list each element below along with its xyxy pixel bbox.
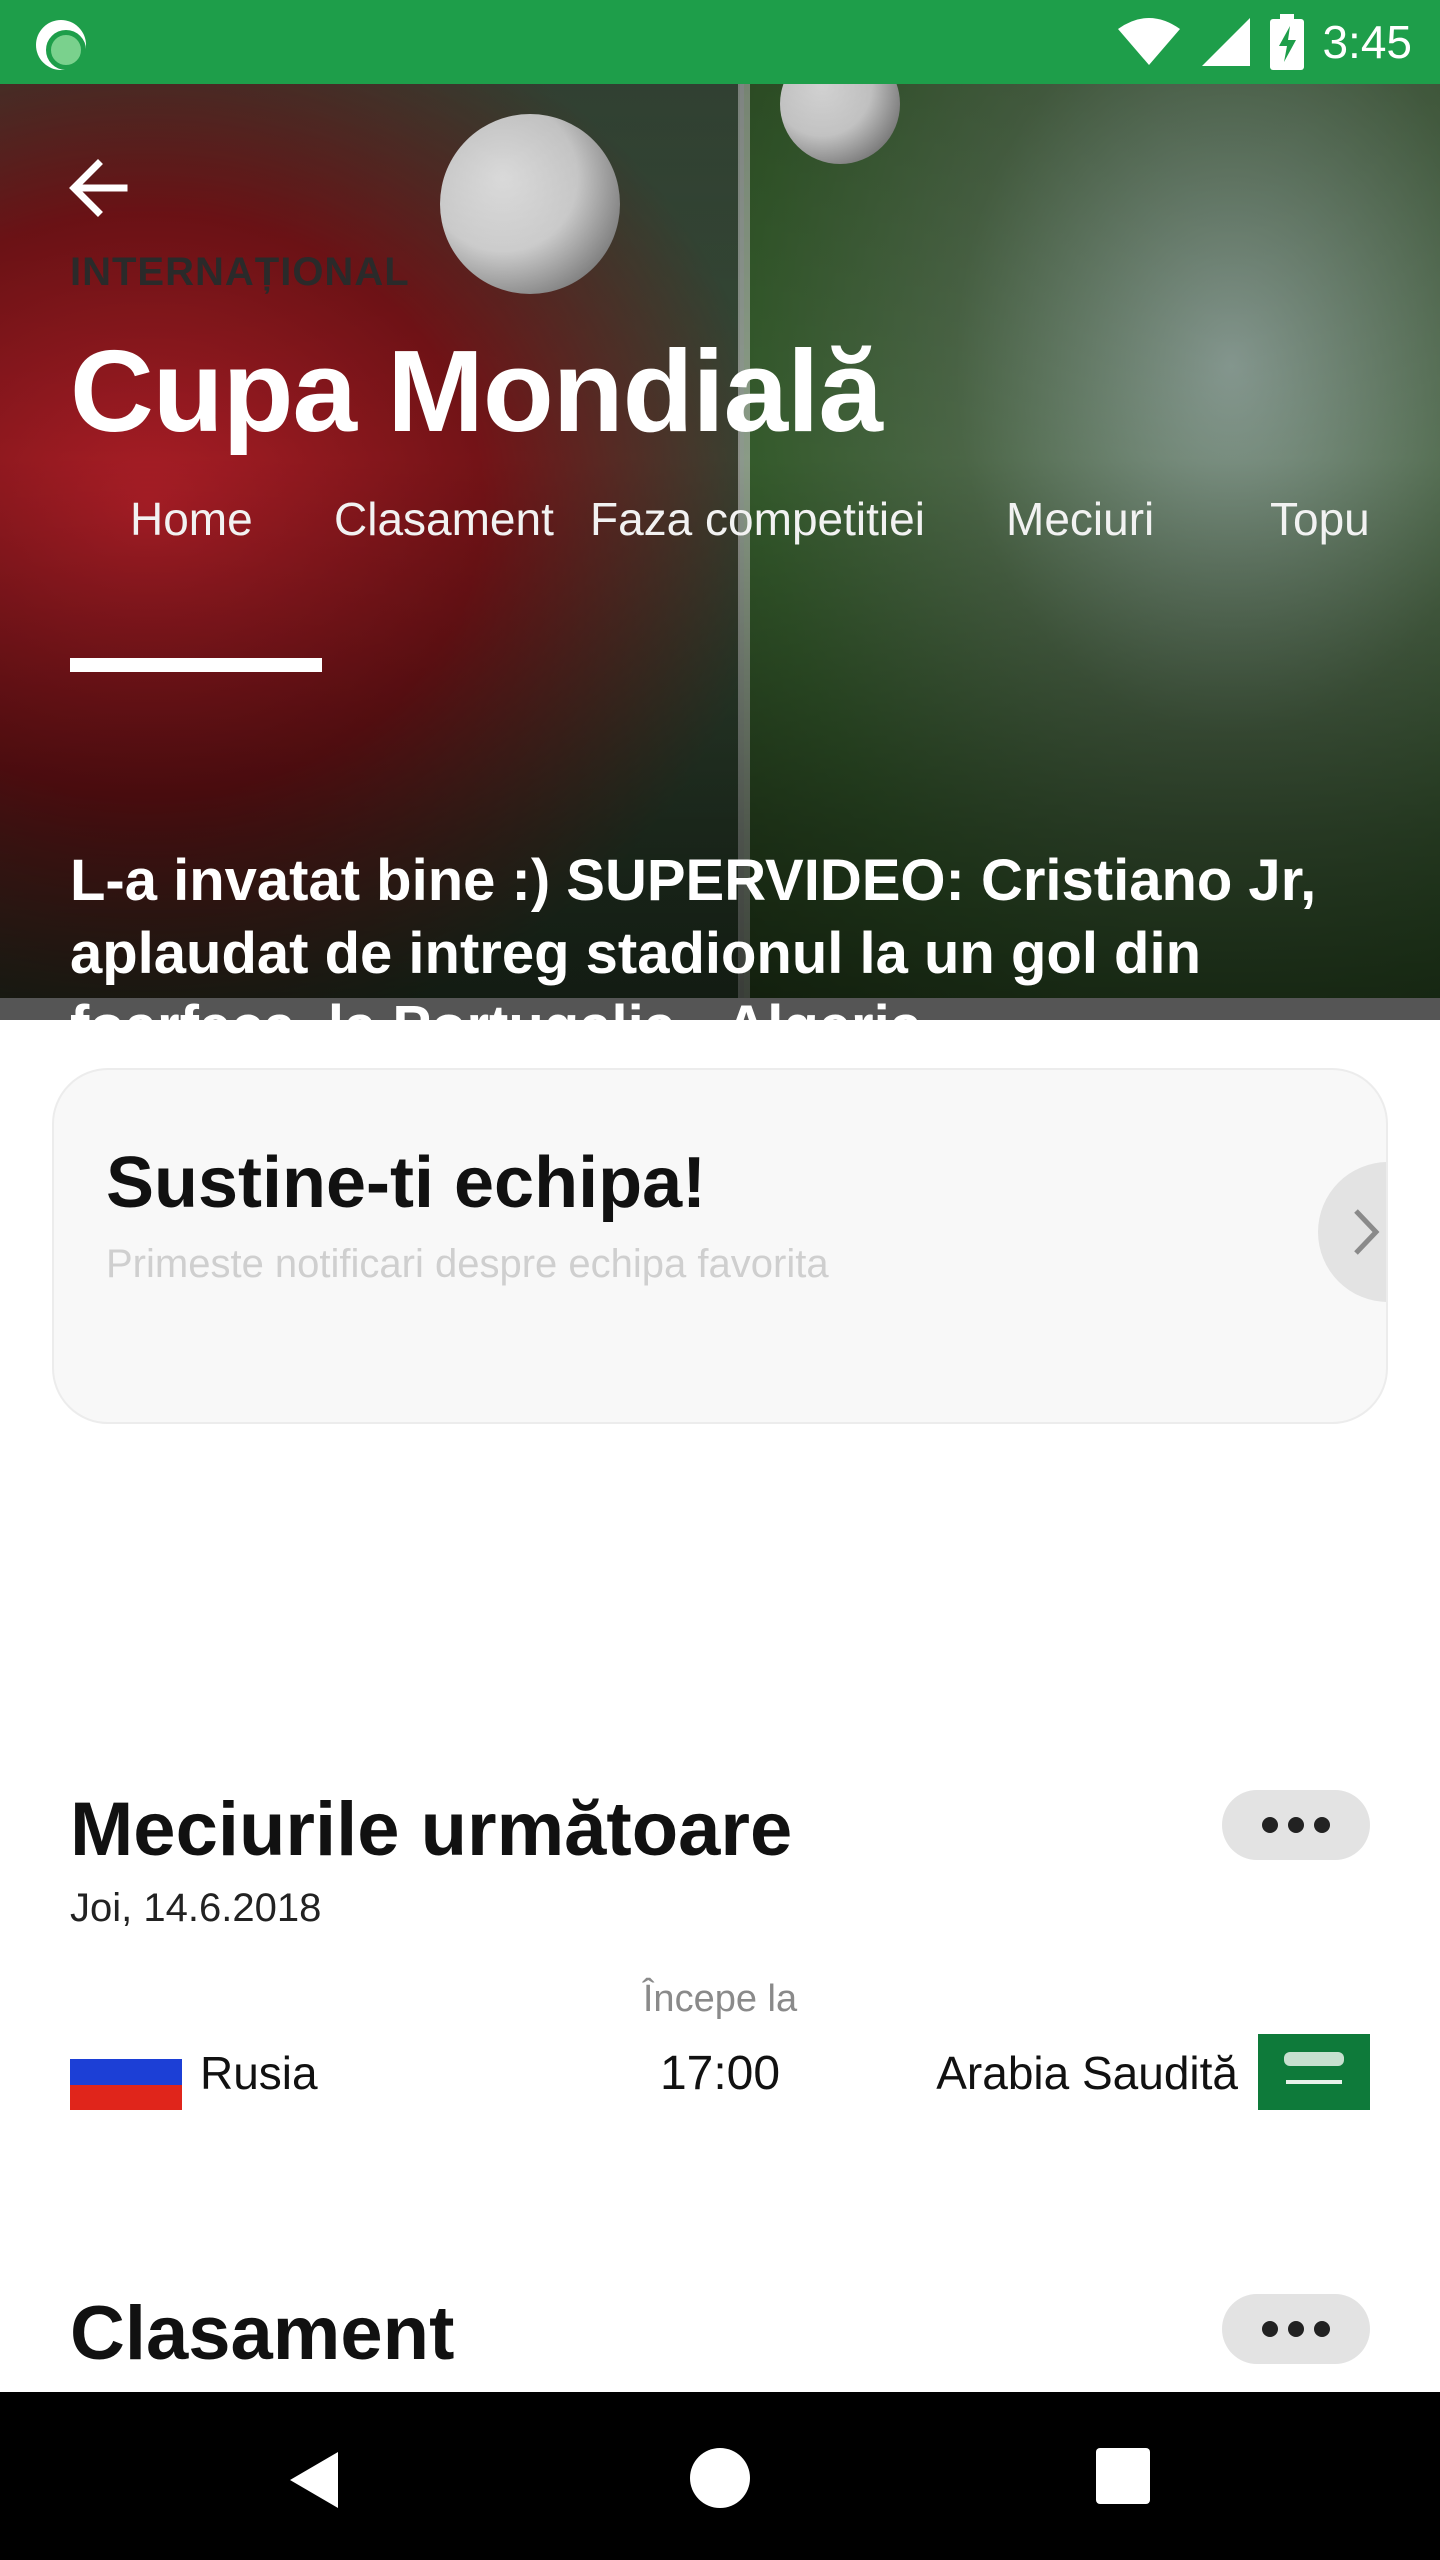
nav-recents-icon[interactable] bbox=[1096, 2448, 1150, 2504]
tab-bar: Home Clasament Faza competitiei Meciuri … bbox=[70, 492, 1370, 592]
tab-home[interactable]: Home bbox=[130, 492, 253, 546]
away-team-name[interactable]: Arabia Saudită bbox=[936, 2046, 1238, 2100]
signal-icon bbox=[1202, 18, 1251, 66]
hero-headline[interactable]: L-a invatat bine :) SUPERVIDEO: Cristian… bbox=[70, 844, 1370, 1020]
support-team-subtitle: Primeste notificari despre echipa favori… bbox=[106, 1242, 829, 1286]
upcoming-more-button[interactable] bbox=[1222, 1790, 1370, 1860]
upcoming-date: Joi, 14.6.2018 bbox=[70, 1886, 322, 1930]
wifi-icon bbox=[1118, 18, 1181, 65]
more-dot-icon bbox=[1314, 1817, 1330, 1833]
tab-top[interactable]: Topu bbox=[1270, 492, 1370, 546]
hero-banner[interactable]: INTERNAȚIONAL Cupa Mondială Home Clasame… bbox=[0, 84, 1440, 1020]
more-dot-icon bbox=[1288, 1817, 1304, 1833]
more-dot-icon bbox=[1262, 1817, 1278, 1833]
more-dot-icon bbox=[1314, 2321, 1330, 2337]
standings-title: Clasament bbox=[70, 2291, 455, 2376]
active-tab-indicator bbox=[70, 658, 322, 672]
nav-home-icon[interactable] bbox=[690, 2448, 750, 2508]
page-title: Cupa Mondială bbox=[70, 326, 883, 456]
notification-app-icon bbox=[36, 20, 86, 70]
status-bar: 3:45 bbox=[0, 0, 1440, 84]
battery-charging-icon bbox=[1270, 14, 1305, 70]
support-team-card[interactable]: Sustine-ti echipa! Primeste notificari d… bbox=[52, 1068, 1388, 1424]
starts-at-label: Începe la bbox=[642, 1978, 798, 2020]
tab-standings[interactable]: Clasament bbox=[334, 492, 554, 546]
support-team-title: Sustine-ti echipa! bbox=[106, 1143, 707, 1223]
system-nav-bar bbox=[0, 2392, 1440, 2560]
more-dot-icon bbox=[1262, 2321, 1278, 2337]
tab-matches[interactable]: Meciuri bbox=[1006, 492, 1154, 546]
support-team-arrow-button[interactable] bbox=[1318, 1162, 1386, 1302]
status-time: 3:45 bbox=[1322, 16, 1412, 68]
more-dot-icon bbox=[1288, 2321, 1304, 2337]
nav-back-icon[interactable] bbox=[286, 2448, 342, 2512]
status-icons: 3:45 bbox=[1116, 10, 1412, 74]
saudi-arabia-flag-icon bbox=[1258, 2034, 1370, 2110]
tab-competition-phase[interactable]: Faza competitiei bbox=[590, 492, 925, 546]
chevron-right-icon bbox=[1354, 1209, 1380, 1255]
back-button[interactable] bbox=[58, 148, 138, 228]
standings-more-button[interactable] bbox=[1222, 2294, 1370, 2364]
arrow-left-icon bbox=[69, 159, 128, 217]
section-label: INTERNAȚIONAL bbox=[70, 250, 410, 294]
upcoming-matches-title: Meciurile următoare bbox=[70, 1787, 793, 1872]
